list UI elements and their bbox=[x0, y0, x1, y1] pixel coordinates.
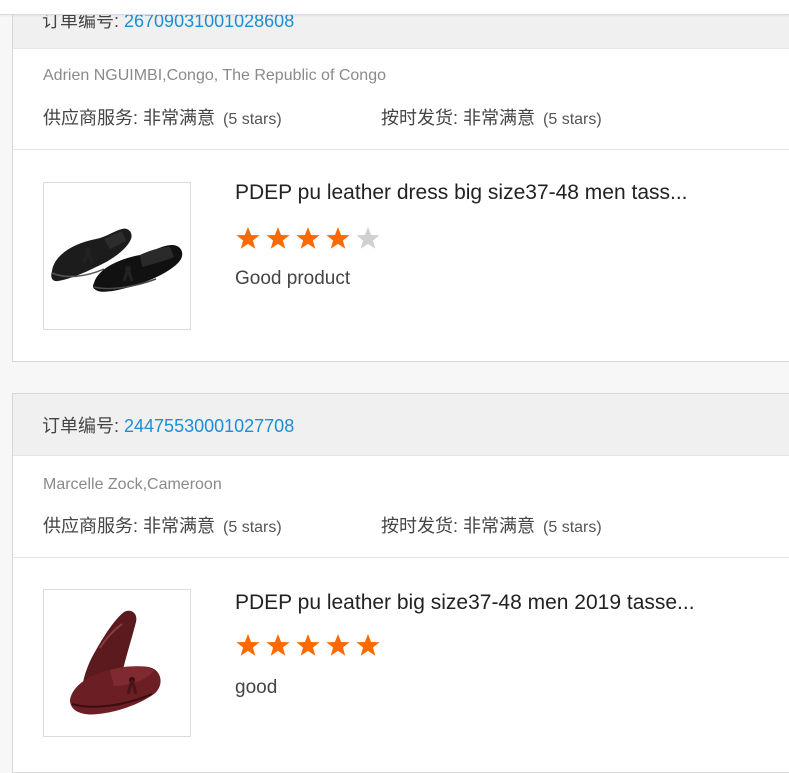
order-number-link[interactable]: 24475530001027708 bbox=[124, 416, 294, 436]
product-star-rating bbox=[235, 226, 381, 252]
product-star-rating bbox=[235, 633, 381, 659]
burgundy-loafers-image bbox=[44, 590, 190, 736]
star-filled-icon bbox=[296, 634, 320, 656]
star-filled-icon bbox=[236, 634, 260, 656]
product-title-link[interactable]: PDEP pu leather dress big size37-48 men … bbox=[235, 181, 755, 205]
star-filled-icon bbox=[266, 227, 290, 249]
product-title-link[interactable]: PDEP pu leather big size37-48 men 2019 t… bbox=[235, 591, 755, 615]
star-filled-icon bbox=[266, 634, 290, 656]
order-header: 订单编号: 24475530001027708 bbox=[13, 394, 789, 456]
order-number-label: 订单编号: 24475530001027708 bbox=[42, 416, 295, 436]
divider bbox=[13, 149, 789, 150]
buyer-info: Marcelle Zock,Cameroon bbox=[43, 476, 222, 493]
divider bbox=[13, 557, 789, 558]
shipping-rating: 按时发货: 非常满意 (5 stars) bbox=[381, 108, 602, 128]
review-text: Good product bbox=[235, 268, 351, 289]
review-text: good bbox=[235, 677, 278, 698]
shipping-rating: 按时发货: 非常满意 (5 stars) bbox=[381, 516, 602, 536]
star-filled-icon bbox=[236, 227, 260, 249]
product-image[interactable] bbox=[43, 182, 191, 330]
top-bar bbox=[0, 0, 789, 15]
order-card: 订单编号: 26709031001028608 Adrien NGUIMBI,C… bbox=[12, 0, 789, 362]
star-filled-icon bbox=[296, 227, 320, 249]
star-filled-icon bbox=[356, 634, 380, 656]
buyer-info: Adrien NGUIMBI,Congo, The Republic of Co… bbox=[43, 67, 386, 84]
supplier-service-rating: 供应商服务: 非常满意 (5 stars) bbox=[43, 108, 282, 128]
black-loafers-image bbox=[44, 183, 190, 329]
order-card: 订单编号: 24475530001027708 Marcelle Zock,Ca… bbox=[12, 393, 789, 773]
star-filled-icon bbox=[326, 227, 350, 249]
product-image[interactable] bbox=[43, 589, 191, 737]
star-filled-icon bbox=[326, 634, 350, 656]
star-empty-icon bbox=[356, 227, 380, 249]
supplier-service-rating: 供应商服务: 非常满意 (5 stars) bbox=[43, 516, 282, 536]
